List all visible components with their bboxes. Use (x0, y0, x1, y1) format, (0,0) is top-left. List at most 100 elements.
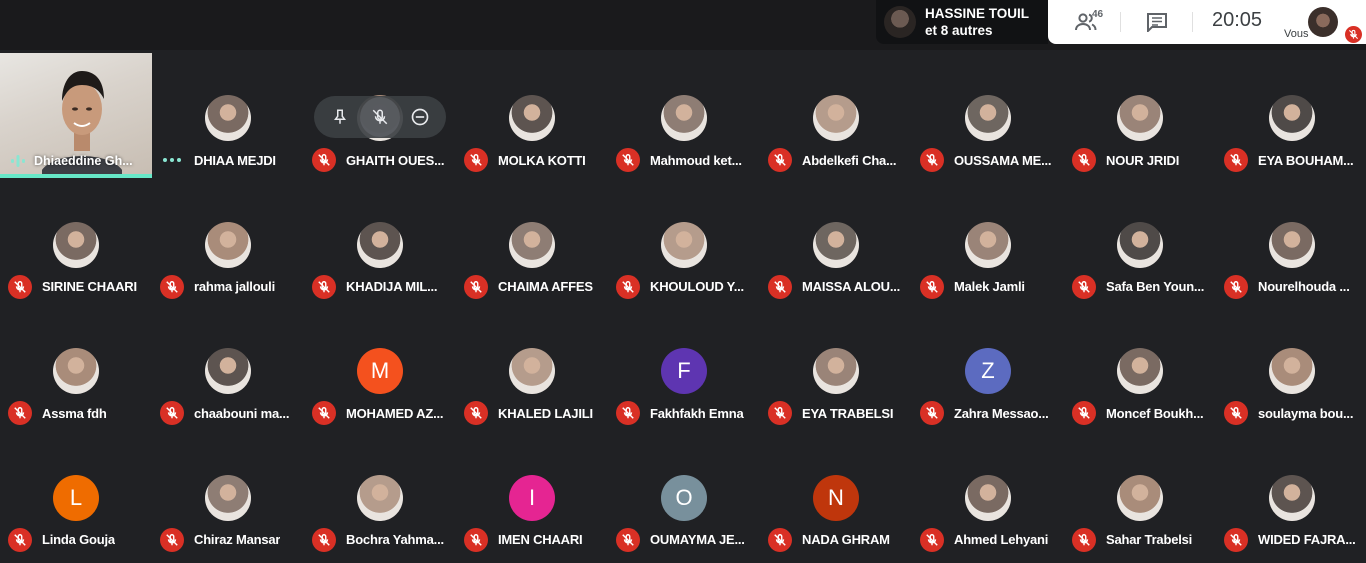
participant-tile[interactable]: rahma jallouli (152, 180, 304, 306)
mic-off-icon (464, 274, 488, 299)
participant-avatar: L (53, 474, 99, 521)
participant-tile[interactable]: Chiraz Mansar (152, 433, 304, 559)
participant-label: KHOULOUD Y... (616, 274, 760, 299)
divider (1120, 12, 1121, 32)
participant-name: Nourelhouda ... (1258, 279, 1350, 294)
participant-avatar (205, 95, 251, 141)
pin-button[interactable] (320, 97, 360, 137)
participant-tile[interactable]: CHAIMA AFFES (456, 180, 608, 306)
participant-tile[interactable]: F Fakhfakh Emna (608, 306, 760, 432)
participant-avatar (1269, 221, 1315, 268)
divider (1192, 12, 1193, 32)
participant-tile[interactable]: KHOULOUD Y... (608, 180, 760, 306)
participant-label: EYA TRABELSI (768, 401, 912, 425)
participant-avatar (661, 95, 707, 141)
participant-tile[interactable]: MOLKA KOTTI (456, 53, 608, 179)
participant-avatar (1269, 474, 1315, 521)
participant-tile[interactable]: EYA BOUHAM... (1216, 53, 1366, 179)
participant-tile[interactable]: Malek Jamli (912, 180, 1064, 306)
participant-tile[interactable]: Mahmoud ket... (608, 53, 760, 179)
participant-label: KHALED LAJILI (464, 401, 608, 425)
speaker-name: Dhiaeddine Gh... (34, 154, 133, 168)
participant-tile[interactable]: Nourelhouda ... (1216, 180, 1366, 306)
participant-avatar (53, 348, 99, 394)
participant-label: EYA BOUHAM... (1224, 148, 1366, 172)
participant-label: Moncef Boukh... (1072, 401, 1216, 425)
participant-avatar (661, 221, 707, 268)
mic-off-icon (1224, 527, 1248, 552)
presenter-avatar (884, 6, 916, 38)
participant-label: OUMAYMA JE... (616, 527, 760, 552)
participant-label: Fakhfakh Emna (616, 401, 760, 425)
participant-tile[interactable]: WIDED FAJRA... (1216, 433, 1366, 559)
mic-off-icon (920, 401, 944, 425)
remove-button[interactable] (400, 97, 440, 137)
participant-tile[interactable]: MAISSA ALOU... (760, 180, 912, 306)
participant-tile[interactable]: I IMEN CHAARI (456, 433, 608, 559)
participant-tile[interactable]: chaabouni ma... (152, 306, 304, 432)
participant-label: Assma fdh (8, 401, 152, 425)
participant-tile[interactable]: M MOHAMED AZ... (304, 306, 456, 432)
participant-name: rahma jallouli (194, 279, 276, 294)
mic-off-icon (1072, 148, 1096, 172)
active-speaker-video[interactable]: Dhiaeddine Gh... (0, 53, 152, 178)
mic-off-icon (1224, 148, 1248, 172)
participant-avatar (205, 221, 251, 268)
participant-name: MAISSA ALOU... (802, 279, 901, 294)
speaking-indicator-icon (11, 155, 25, 167)
mic-off-icon (616, 401, 640, 425)
participant-avatar (357, 221, 403, 268)
participant-tile[interactable]: L Linda Gouja (0, 433, 152, 559)
mic-off-icon (616, 527, 640, 552)
participant-tile[interactable]: Sahar Trabelsi (1064, 433, 1216, 559)
avatar-initial: Z (981, 358, 995, 383)
participant-name: KHADIJA MIL... (346, 279, 438, 294)
participant-label: CHAIMA AFFES (464, 274, 608, 299)
participant-tile[interactable]: SIRINE CHAARI (0, 180, 152, 306)
participant-label: NOUR JRIDI (1072, 148, 1216, 172)
participant-avatar (1117, 95, 1163, 141)
participant-tile[interactable]: NOUR JRIDI (1064, 53, 1216, 179)
participant-tile[interactable]: O OUMAYMA JE... (608, 433, 760, 559)
self-view[interactable]: Vous (1284, 2, 1366, 43)
participant-tile[interactable]: Abdelkefi Cha... (760, 53, 912, 179)
participant-tile[interactable]: Assma fdh (0, 306, 152, 432)
chat-button[interactable] (1137, 7, 1177, 37)
participant-label: Zahra Messao... (920, 401, 1064, 425)
participant-name: GHAITH OUES... (346, 152, 445, 168)
participant-avatar (965, 474, 1011, 521)
participant-label: IMEN CHAARI (464, 527, 608, 552)
chat-icon (1147, 13, 1167, 32)
mute-button[interactable] (360, 97, 400, 137)
remove-icon (411, 108, 429, 126)
participant-tile[interactable]: Bochra Yahma... (304, 433, 456, 559)
participant-tile[interactable]: Ahmed Lehyani (912, 433, 1064, 559)
participant-tile[interactable]: soulayma bou... (1216, 306, 1366, 432)
participant-label: Bochra Yahma... (312, 527, 456, 552)
participant-name: WIDED FAJRA... (1258, 532, 1356, 547)
participant-name: OUMAYMA JE... (650, 532, 745, 547)
participant-tile[interactable]: KHADIJA MIL... (304, 180, 456, 306)
self-avatar (1308, 7, 1338, 37)
participant-tile[interactable]: Z Zahra Messao... (912, 306, 1064, 432)
participant-tile[interactable]: KHALED LAJILI (456, 306, 608, 432)
participant-tile[interactable]: EYA TRABELSI (760, 306, 912, 432)
mic-off-icon (1224, 274, 1248, 299)
presenter-chip[interactable]: HASSINE TOUIL et 8 autres (876, 0, 1048, 44)
participant-avatar (357, 474, 403, 521)
participant-name: Zahra Messao... (954, 405, 1049, 421)
participant-label: MAISSA ALOU... (768, 274, 912, 299)
participant-label: Abdelkefi Cha... (768, 148, 912, 172)
participant-avatar (1117, 221, 1163, 268)
people-count: 46 (1092, 9, 1104, 20)
participant-label: NADA GHRAM (768, 527, 912, 552)
participant-tile[interactable]: Safa Ben Youn... (1064, 180, 1216, 306)
participant-tile[interactable]: DHIAA MEJDI (152, 53, 304, 179)
participant-avatar (1269, 95, 1315, 141)
participant-name: DHIAA MEJDI (194, 152, 276, 168)
avatar-initial: M (370, 358, 390, 383)
participant-tile[interactable]: Moncef Boukh... (1064, 306, 1216, 432)
participant-name: Chiraz Mansar (194, 532, 281, 547)
participant-tile[interactable]: N NADA GHRAM (760, 433, 912, 559)
participant-tile[interactable]: OUSSAMA ME... (912, 53, 1064, 179)
